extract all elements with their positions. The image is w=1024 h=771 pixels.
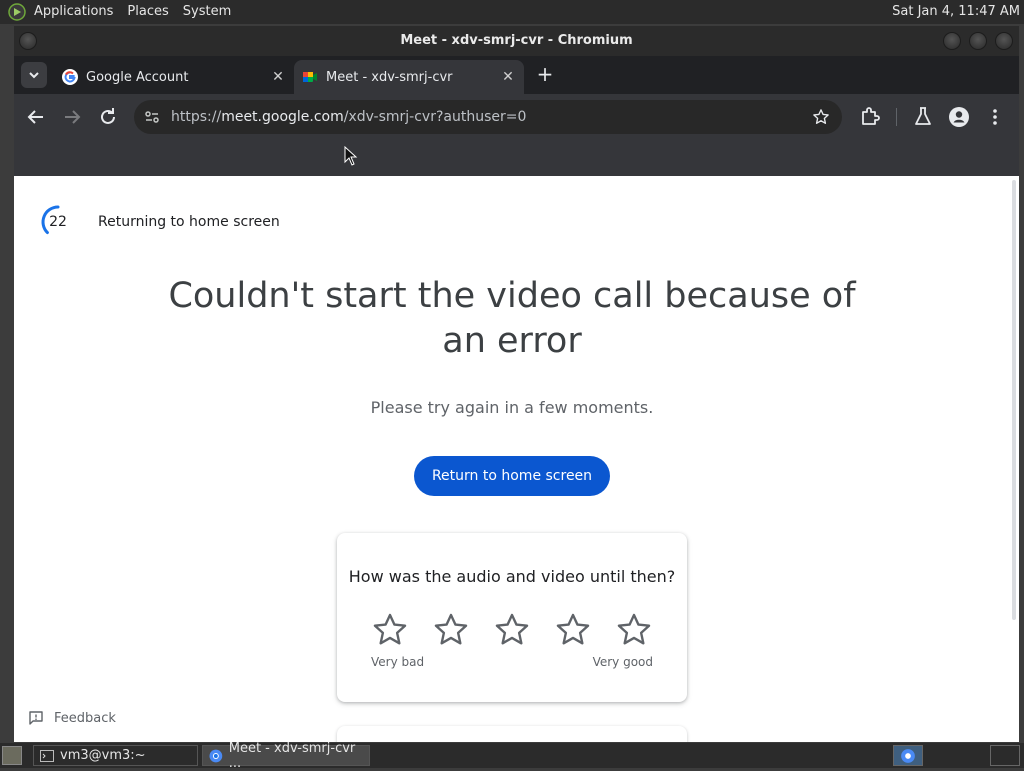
google-icon — [62, 69, 78, 85]
minimize-button[interactable] — [943, 32, 961, 50]
star-4-icon[interactable] — [554, 611, 592, 649]
star-5-icon[interactable] — [615, 611, 653, 649]
meet-icon — [303, 72, 317, 82]
close-icon[interactable]: ✕ — [498, 69, 518, 85]
tab-meet[interactable]: Meet - xdv-smrj-cvr ✕ — [294, 60, 524, 94]
rating-high-label: Very good — [592, 655, 653, 669]
page-scrollbar[interactable] — [1012, 180, 1016, 620]
browser-toolbar: https://meet.google.com/xdv-smrj-cvr?aut… — [14, 94, 1019, 140]
mouse-cursor-icon — [344, 146, 358, 166]
menu-applications[interactable]: Applications — [27, 0, 120, 24]
error-subtext: Please try again in a few moments. — [370, 398, 654, 417]
menu-system[interactable]: System — [176, 0, 238, 24]
show-desktop-button[interactable] — [2, 746, 22, 765]
secondary-card — [337, 726, 687, 742]
new-tab-button[interactable]: + — [534, 64, 556, 86]
task-label: vm3@vm3:~ — [60, 748, 146, 763]
bookmarks-bar — [14, 140, 1019, 176]
tab-google-account[interactable]: Google Account ✕ — [54, 60, 294, 94]
task-chromium[interactable]: Meet - xdv-smrj-cvr ... — [202, 741, 370, 771]
countdown-number: 22 — [49, 214, 67, 230]
star-1-icon[interactable] — [371, 611, 409, 649]
profile-avatar-icon[interactable] — [947, 105, 971, 129]
menu-places[interactable]: Places — [120, 0, 175, 24]
top-panel: Applications Places System Sat Jan 4, 11… — [0, 0, 1024, 24]
url-text[interactable]: https://meet.google.com/xdv-smrj-cvr?aut… — [171, 100, 526, 134]
close-icon[interactable]: ✕ — [268, 69, 288, 85]
panel-clock[interactable]: Sat Jan 4, 11:47 AM — [892, 0, 1020, 24]
tab-strip: Google Account ✕ Meet - xdv-smrj-cvr ✕ + — [14, 56, 1019, 94]
bottom-taskbar: vm3@vm3:~ Meet - xdv-smrj-cvr ... — [0, 741, 1024, 771]
task-label: Meet - xdv-smrj-cvr ... — [228, 740, 356, 771]
feedback-icon — [29, 711, 43, 725]
extensions-icon[interactable] — [858, 105, 882, 129]
toolbar-divider — [896, 108, 897, 126]
chromium-icon — [209, 749, 223, 762]
tab-search-button[interactable] — [21, 62, 47, 88]
maximize-button[interactable] — [969, 32, 987, 50]
rating-question: How was the audio and video until then? — [348, 567, 676, 586]
tray-workspace[interactable] — [990, 745, 1020, 766]
star-rating — [371, 611, 661, 651]
star-2-icon[interactable] — [432, 611, 470, 649]
close-window-button[interactable] — [995, 32, 1013, 50]
browser-window: Meet - xdv-smrj-cvr - Chromium Google Ac… — [14, 26, 1019, 742]
window-titlebar[interactable]: Meet - xdv-smrj-cvr - Chromium — [14, 26, 1019, 56]
error-headline: Couldn't start the video call because of… — [168, 276, 856, 361]
back-arrow-icon[interactable] — [24, 105, 48, 129]
bookmark-star-icon[interactable] — [812, 108, 830, 126]
site-info-icon[interactable] — [144, 109, 160, 125]
countdown-spinner: 22 — [40, 204, 76, 240]
tray-chromium-indicator[interactable] — [893, 745, 923, 766]
return-home-button[interactable]: Return to home screen — [414, 456, 610, 496]
address-bar[interactable]: https://meet.google.com/xdv-smrj-cvr?aut… — [134, 100, 842, 134]
terminal-icon — [40, 749, 54, 762]
chevron-down-icon — [29, 72, 39, 79]
window-menu-button[interactable] — [19, 32, 37, 50]
rating-card: How was the audio and video until then? … — [337, 533, 687, 702]
feedback-button[interactable]: Feedback — [28, 710, 116, 726]
window-title: Meet - xdv-smrj-cvr - Chromium — [400, 33, 633, 48]
tab-title: Meet - xdv-smrj-cvr — [326, 69, 453, 85]
returning-text: Returning to home screen — [98, 214, 280, 230]
star-3-icon[interactable] — [493, 611, 531, 649]
feedback-label: Feedback — [54, 710, 116, 726]
applications-logo-icon[interactable] — [8, 3, 26, 21]
rating-low-label: Very bad — [371, 655, 425, 669]
task-terminal[interactable]: vm3@vm3:~ — [33, 745, 198, 766]
reload-icon[interactable] — [96, 105, 120, 129]
more-menu-icon[interactable] — [983, 105, 1007, 129]
labs-flask-icon[interactable] — [911, 105, 935, 129]
tab-title: Google Account — [86, 69, 189, 85]
meet-error-page: 22 Returning to home screen Couldn't sta… — [14, 176, 1019, 742]
forward-arrow-icon[interactable] — [60, 105, 84, 129]
chromium-tray-icon — [901, 749, 915, 763]
